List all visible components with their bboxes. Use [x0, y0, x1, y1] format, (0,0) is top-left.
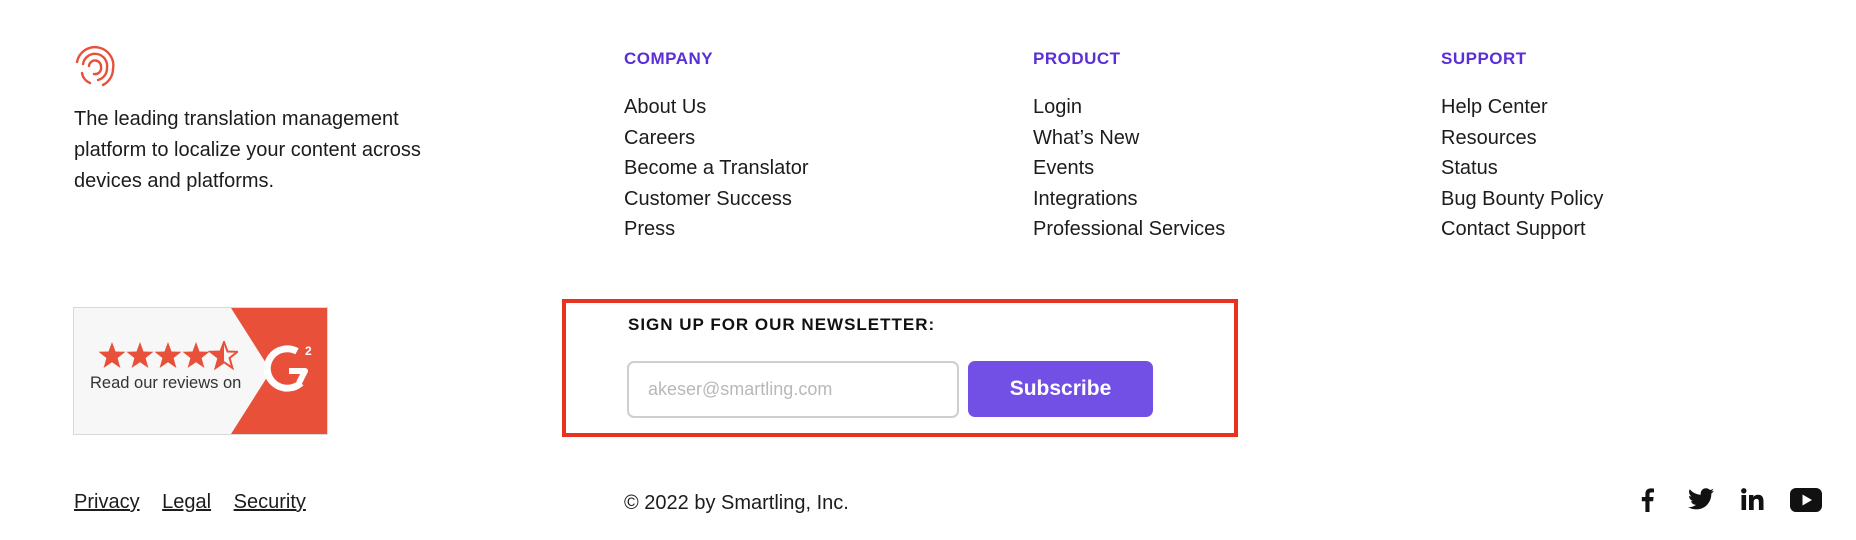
fingerprint-logo-icon[interactable] [73, 45, 117, 89]
g2-logo-icon: 2 [231, 308, 327, 434]
newsletter-email-input[interactable] [627, 361, 959, 418]
footer-link-help-center[interactable]: Help Center [1441, 92, 1603, 123]
security-link[interactable]: Security [234, 491, 306, 513]
footer-link-events[interactable]: Events [1033, 153, 1225, 184]
newsletter-title: SIGN UP FOR OUR NEWSLETTER: [628, 315, 936, 334]
footer-link-status[interactable]: Status [1441, 153, 1603, 184]
footer-column-support: SUPPORT Help Center Resources Status Bug… [1441, 48, 1603, 245]
footer-link-bug-bounty[interactable]: Bug Bounty Policy [1441, 184, 1603, 215]
copyright-text: © 2022 by Smartling, Inc. [624, 492, 849, 514]
newsletter-signup: SIGN UP FOR OUR NEWSLETTER: Subscribe [562, 299, 1238, 437]
column-heading: SUPPORT [1441, 49, 1527, 68]
footer-link-customer-success[interactable]: Customer Success [624, 184, 809, 215]
legal-links: Privacy Legal Security [74, 491, 323, 514]
footer-link-become-translator[interactable]: Become a Translator [624, 153, 809, 184]
svg-text:2: 2 [305, 344, 312, 358]
legal-link[interactable]: Legal [162, 491, 211, 513]
twitter-icon[interactable] [1688, 488, 1714, 510]
footer-link-whats-new[interactable]: What’s New [1033, 123, 1225, 154]
g2-review-badge[interactable]: Read our reviews on 2 [73, 307, 328, 435]
footer-link-careers[interactable]: Careers [624, 123, 809, 154]
column-heading: PRODUCT [1033, 49, 1121, 68]
g2-badge-text: Read our reviews on [90, 374, 242, 392]
column-heading: COMPANY [624, 49, 714, 68]
footer-link-press[interactable]: Press [624, 214, 809, 245]
footer-link-resources[interactable]: Resources [1441, 123, 1603, 154]
footer-link-integrations[interactable]: Integrations [1033, 184, 1225, 215]
linkedin-icon[interactable] [1741, 488, 1764, 510]
footer-link-professional-services[interactable]: Professional Services [1033, 214, 1225, 245]
privacy-link[interactable]: Privacy [74, 491, 140, 513]
footer-column-company: COMPANY About Us Careers Become a Transl… [624, 48, 809, 245]
star-rating-icon [98, 341, 238, 369]
subscribe-button[interactable]: Subscribe [968, 361, 1153, 417]
youtube-icon[interactable] [1790, 488, 1822, 512]
facebook-icon[interactable] [1641, 488, 1654, 512]
footer-link-contact-support[interactable]: Contact Support [1441, 214, 1603, 245]
footer-link-login[interactable]: Login [1033, 92, 1225, 123]
brand-tagline: The leading translation management platf… [74, 108, 421, 192]
footer-link-about-us[interactable]: About Us [624, 92, 809, 123]
footer-column-product: PRODUCT Login What’s New Events Integrat… [1033, 48, 1225, 245]
